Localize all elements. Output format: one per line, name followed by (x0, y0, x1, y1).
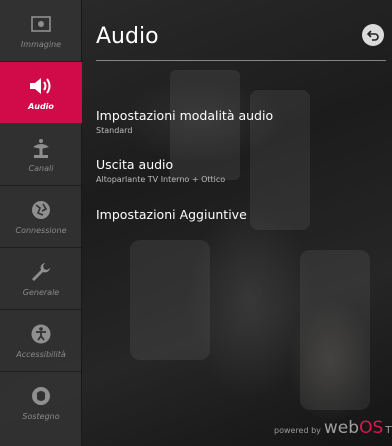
brand-powered-text: powered by (274, 426, 321, 435)
webos-brand-logo: powered by web OS TV (274, 418, 392, 438)
support-headset-icon (28, 385, 54, 407)
sidebar-item-immagine[interactable]: Immagine (0, 0, 82, 62)
brand-os-text: OS (359, 418, 384, 438)
sidebar-item-sostegno[interactable]: Sostegno (0, 372, 82, 434)
sidebar-item-label: Generale (22, 287, 60, 297)
menu-item-sound-out[interactable]: Uscita audio Altoparlante TV Interno + O… (96, 157, 384, 184)
sidebar-item-label: Canali (28, 163, 54, 173)
sidebar-item-label: Connessione (15, 225, 67, 235)
sidebar-item-accessibilita[interactable]: Accessibilità (0, 310, 82, 372)
menu-item-value: Altoparlante TV Interno + Ottico (96, 175, 226, 184)
sidebar-item-audio[interactable]: Audio (0, 62, 82, 124)
menu-item-sound-mode[interactable]: Impostazioni modalità audio Standard (96, 108, 384, 135)
menu-item-label: Uscita audio (96, 157, 174, 172)
wrench-icon (28, 261, 54, 283)
sidebar-item-connessione[interactable]: Connessione (0, 186, 82, 248)
menu-item-additional-settings[interactable]: Impostazioni Aggiuntive (96, 207, 384, 222)
menu-item-label: Impostazioni modalità audio (96, 108, 274, 123)
page-title: Audio (96, 24, 159, 49)
brand-web-text: web (323, 418, 360, 438)
back-arrow-icon (366, 26, 379, 45)
settings-sidebar: Immagine Audio Canali Connessione Genera… (0, 0, 82, 446)
picture-icon (28, 13, 54, 35)
network-globe-icon (28, 199, 54, 221)
sidebar-item-label: Accessibilità (16, 349, 66, 359)
antenna-icon (28, 137, 54, 159)
title-divider (96, 60, 386, 61)
accessibility-icon (28, 323, 54, 345)
menu-item-label: Impostazioni Aggiuntive (96, 207, 247, 222)
sidebar-item-label: Audio (28, 101, 54, 111)
sidebar-item-generale[interactable]: Generale (0, 248, 82, 310)
sidebar-item-canali[interactable]: Canali (0, 124, 82, 186)
sidebar-item-label: Sostegno (22, 412, 60, 421)
menu-item-value: Standard (96, 126, 133, 135)
speaker-icon (28, 75, 54, 97)
back-button[interactable] (362, 24, 384, 46)
sidebar-item-label: Immagine (20, 39, 62, 49)
brand-tv-text: TV (385, 425, 392, 436)
